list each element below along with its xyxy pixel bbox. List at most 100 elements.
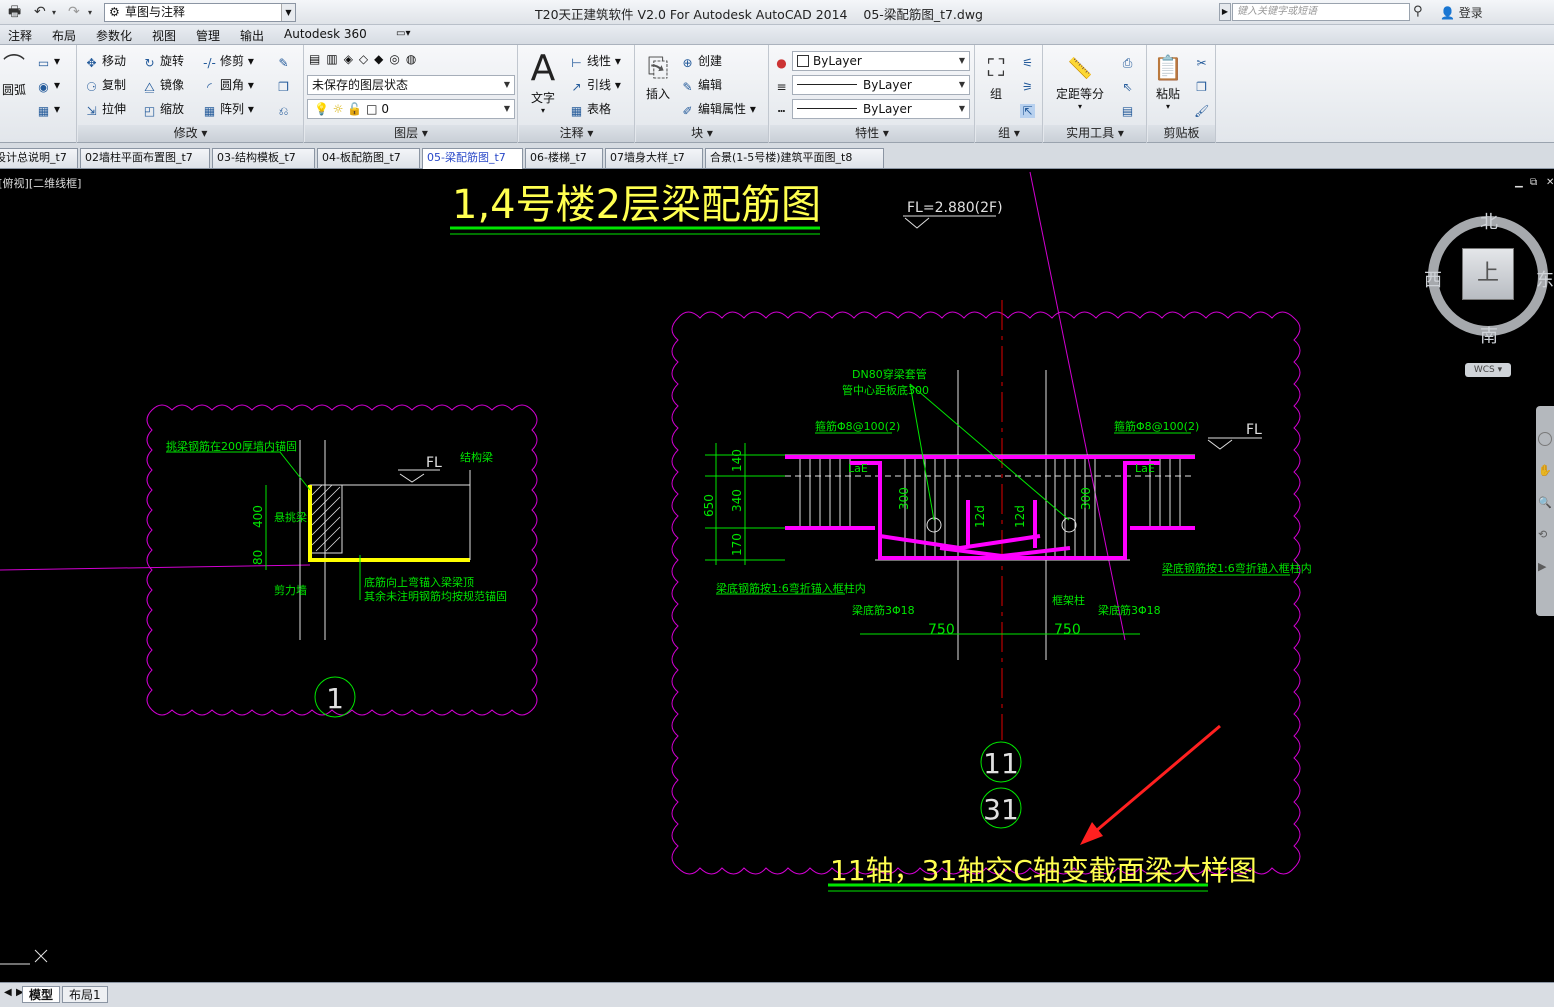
print-icon[interactable]: 🖶 bbox=[8, 3, 21, 22]
tab-layout1[interactable]: 布局1 bbox=[62, 986, 108, 1003]
layer-tools-row[interactable]: ▤▥◈◇◆◎◍ bbox=[309, 51, 422, 67]
quick-select-button[interactable]: ⎙ bbox=[1120, 53, 1138, 70]
wcs-menu[interactable]: WCS ▾ bbox=[1465, 363, 1511, 377]
tab-output[interactable]: 输出 bbox=[240, 27, 264, 44]
array-button[interactable]: ▦ 阵列 ▾ bbox=[202, 101, 254, 118]
group-edit-button[interactable]: ⚞ bbox=[1020, 77, 1038, 94]
ungroup-button[interactable]: ⚟ bbox=[1020, 53, 1038, 70]
tab-annotate[interactable]: 注释 bbox=[8, 27, 32, 44]
file-tab[interactable]: 06-楼梯_t7 bbox=[525, 148, 603, 168]
workspace-select[interactable]: ⚙ 草图与注释 ▼ bbox=[104, 3, 296, 22]
text-button[interactable]: A 文字 ▾ bbox=[523, 49, 563, 116]
zoom-icon[interactable]: 🔍 bbox=[1538, 496, 1552, 510]
mirror-button[interactable]: ⧋ 镜像 bbox=[142, 77, 184, 94]
offset-button[interactable]: ⎌ bbox=[276, 101, 294, 118]
group-select-button[interactable]: ⇱ bbox=[1020, 101, 1038, 118]
binoculars-icon[interactable]: ⚲ bbox=[1413, 2, 1423, 21]
layer-state-select[interactable]: 未保存的图层状态 ▼ bbox=[307, 75, 515, 95]
copy-clip-button[interactable]: ❐ bbox=[1194, 77, 1212, 94]
quick-select-icon: ⎙ bbox=[1122, 56, 1133, 70]
table-button[interactable]: ▦ 表格 bbox=[569, 101, 611, 118]
table-label: 表格 bbox=[587, 102, 612, 116]
group-label-block[interactable]: 块 ▾ bbox=[636, 125, 768, 142]
viewcube-south[interactable]: 南 bbox=[1480, 322, 1498, 348]
red-arrow-shaft bbox=[1089, 724, 1221, 838]
insert-button[interactable]: ⎘ 插入 bbox=[640, 51, 676, 102]
drawing-canvas[interactable]: -][俯视][二维线框] ▁ ⧉ ✕ 1,4号楼2层梁配筋图 FL=2.880(… bbox=[0, 170, 1554, 982]
pan-icon[interactable]: ✋ bbox=[1538, 464, 1552, 478]
group-label-groups[interactable]: 组 ▾ bbox=[976, 125, 1042, 142]
file-tab[interactable]: 03-结构模板_t7 bbox=[212, 148, 315, 168]
group-label-utilities[interactable]: 实用工具 ▾ bbox=[1044, 125, 1146, 142]
group-label-modify[interactable]: 修改 ▾ bbox=[78, 125, 303, 142]
match-prop-button[interactable]: 🖌 bbox=[1194, 101, 1212, 118]
rectangle-button[interactable]: ▭ ▾ bbox=[36, 53, 60, 70]
viewcube-top-face[interactable]: 上 bbox=[1462, 248, 1514, 300]
paste-button[interactable]: 📋 粘贴 ▾ bbox=[1150, 51, 1186, 111]
pipe-leader bbox=[909, 383, 935, 521]
arc-button[interactable]: ⌒ 圆弧 bbox=[0, 53, 28, 98]
login-button[interactable]: 👤 登录 bbox=[1440, 4, 1483, 21]
erase-button[interactable]: ✎ bbox=[276, 53, 294, 70]
undo-icon[interactable]: ↶ bbox=[34, 3, 46, 22]
tab-scroll-left-icon[interactable]: ◀ bbox=[4, 987, 12, 998]
redo-dropdown-icon[interactable]: ▾ bbox=[88, 3, 92, 22]
steering-wheel-icon[interactable] bbox=[1538, 432, 1552, 446]
column-label: 框架柱 bbox=[1052, 593, 1085, 607]
viewcube-west[interactable]: 西 bbox=[1424, 266, 1442, 292]
group-label-annotation[interactable]: 注释 ▾ bbox=[519, 125, 634, 142]
viewcube-north[interactable]: 北 bbox=[1480, 208, 1498, 234]
beam-section bbox=[309, 484, 343, 554]
layer-select[interactable]: 💡 ☼ 🔓 □ 0 ▼ bbox=[307, 99, 515, 119]
linetype-select[interactable]: ByLayer ▼ bbox=[792, 99, 970, 119]
cut-button[interactable]: ✂ bbox=[1194, 53, 1212, 70]
search-input[interactable]: 键入关键字或短语 bbox=[1232, 3, 1410, 21]
file-tab[interactable]: 合景(1-5号楼)建筑平面图_t8 bbox=[705, 148, 884, 168]
lineweight-select[interactable]: ByLayer ▼ bbox=[792, 75, 970, 95]
stretch-button[interactable]: ⇲ 拉伸 bbox=[84, 101, 126, 118]
copy-button[interactable]: ⚆ 复制 bbox=[84, 77, 126, 94]
redo-icon[interactable]: ↷ bbox=[68, 3, 80, 22]
leader-button[interactable]: ↗ 引线 ▾ bbox=[569, 77, 620, 94]
tab-autodesk-360[interactable]: Autodesk 360 bbox=[284, 27, 367, 41]
search-expand-icon[interactable]: ▶ bbox=[1219, 3, 1231, 21]
tab-parametric[interactable]: 参数化 bbox=[96, 27, 132, 44]
group-label-clipboard[interactable]: 剪贴板 bbox=[1148, 125, 1215, 142]
explode-button[interactable]: ❐ bbox=[276, 77, 294, 94]
file-tab[interactable]: 02墙柱平面布置图_t7 bbox=[80, 148, 210, 168]
boundary-button[interactable]: ▦ ▾ bbox=[36, 101, 60, 118]
file-tab[interactable]: 07墙身大样_t7 bbox=[605, 148, 703, 168]
color-select[interactable]: ByLayer ▼ bbox=[792, 51, 970, 71]
linear-dim-button[interactable]: ⊢ 线性 ▾ bbox=[569, 53, 621, 70]
trim-button[interactable]: -/- 修剪 ▾ bbox=[202, 53, 254, 70]
tab-model[interactable]: 模型 bbox=[22, 986, 61, 1003]
file-tab[interactable]: 04-板配筋图_t7 bbox=[317, 148, 420, 168]
create-block-button[interactable]: ⊕ 创建 bbox=[680, 53, 722, 70]
fillet-button[interactable]: ◜ 圆角 ▾ bbox=[202, 77, 254, 94]
showmotion-icon[interactable]: ▶ bbox=[1538, 560, 1552, 574]
orbit-icon[interactable]: ⟲ bbox=[1538, 528, 1552, 542]
file-tab[interactable]: 设计总说明_t7 bbox=[0, 148, 78, 168]
undo-dropdown-icon[interactable]: ▾ bbox=[52, 3, 56, 22]
select-all-button[interactable]: ⇖ bbox=[1120, 77, 1138, 94]
tab-manage[interactable]: 管理 bbox=[196, 27, 220, 44]
group-label-layers[interactable]: 图层 ▾ bbox=[305, 125, 517, 142]
move-button[interactable]: ✥ 移动 bbox=[84, 53, 126, 70]
group-label-properties[interactable]: 特性 ▾ bbox=[770, 125, 974, 142]
ribbon-toggle-icon[interactable]: ▭▾ bbox=[396, 28, 410, 39]
edit-attr-button[interactable]: ✐ 编辑属性 ▾ bbox=[680, 101, 755, 118]
tab-view[interactable]: 视图 bbox=[152, 27, 176, 44]
viewcube-east[interactable]: 东 bbox=[1536, 266, 1554, 292]
file-tab-active[interactable]: 05-梁配筋图_t7 bbox=[422, 148, 523, 169]
scale-button[interactable]: ◰ 缩放 bbox=[142, 101, 184, 118]
rotate-button[interactable]: ↻ 旋转 bbox=[142, 53, 184, 70]
stirrup-right: 箍筋Φ8@100(2) bbox=[1114, 419, 1199, 433]
calculator-button[interactable]: ▤ bbox=[1120, 101, 1138, 118]
navigation-bar[interactable]: ✋ 🔍 ⟲ ▶ bbox=[1536, 406, 1554, 616]
leader-label: 引线 bbox=[587, 78, 612, 92]
tab-layout[interactable]: 布局 bbox=[52, 27, 76, 44]
edit-block-button[interactable]: ✎ 编辑 bbox=[680, 77, 722, 94]
hatch-button[interactable]: ◉ ▾ bbox=[36, 77, 60, 94]
measure-button[interactable]: 📏 定距等分 ▾ bbox=[1050, 51, 1110, 111]
group-button[interactable]: ⛶ 组 bbox=[978, 51, 1014, 102]
